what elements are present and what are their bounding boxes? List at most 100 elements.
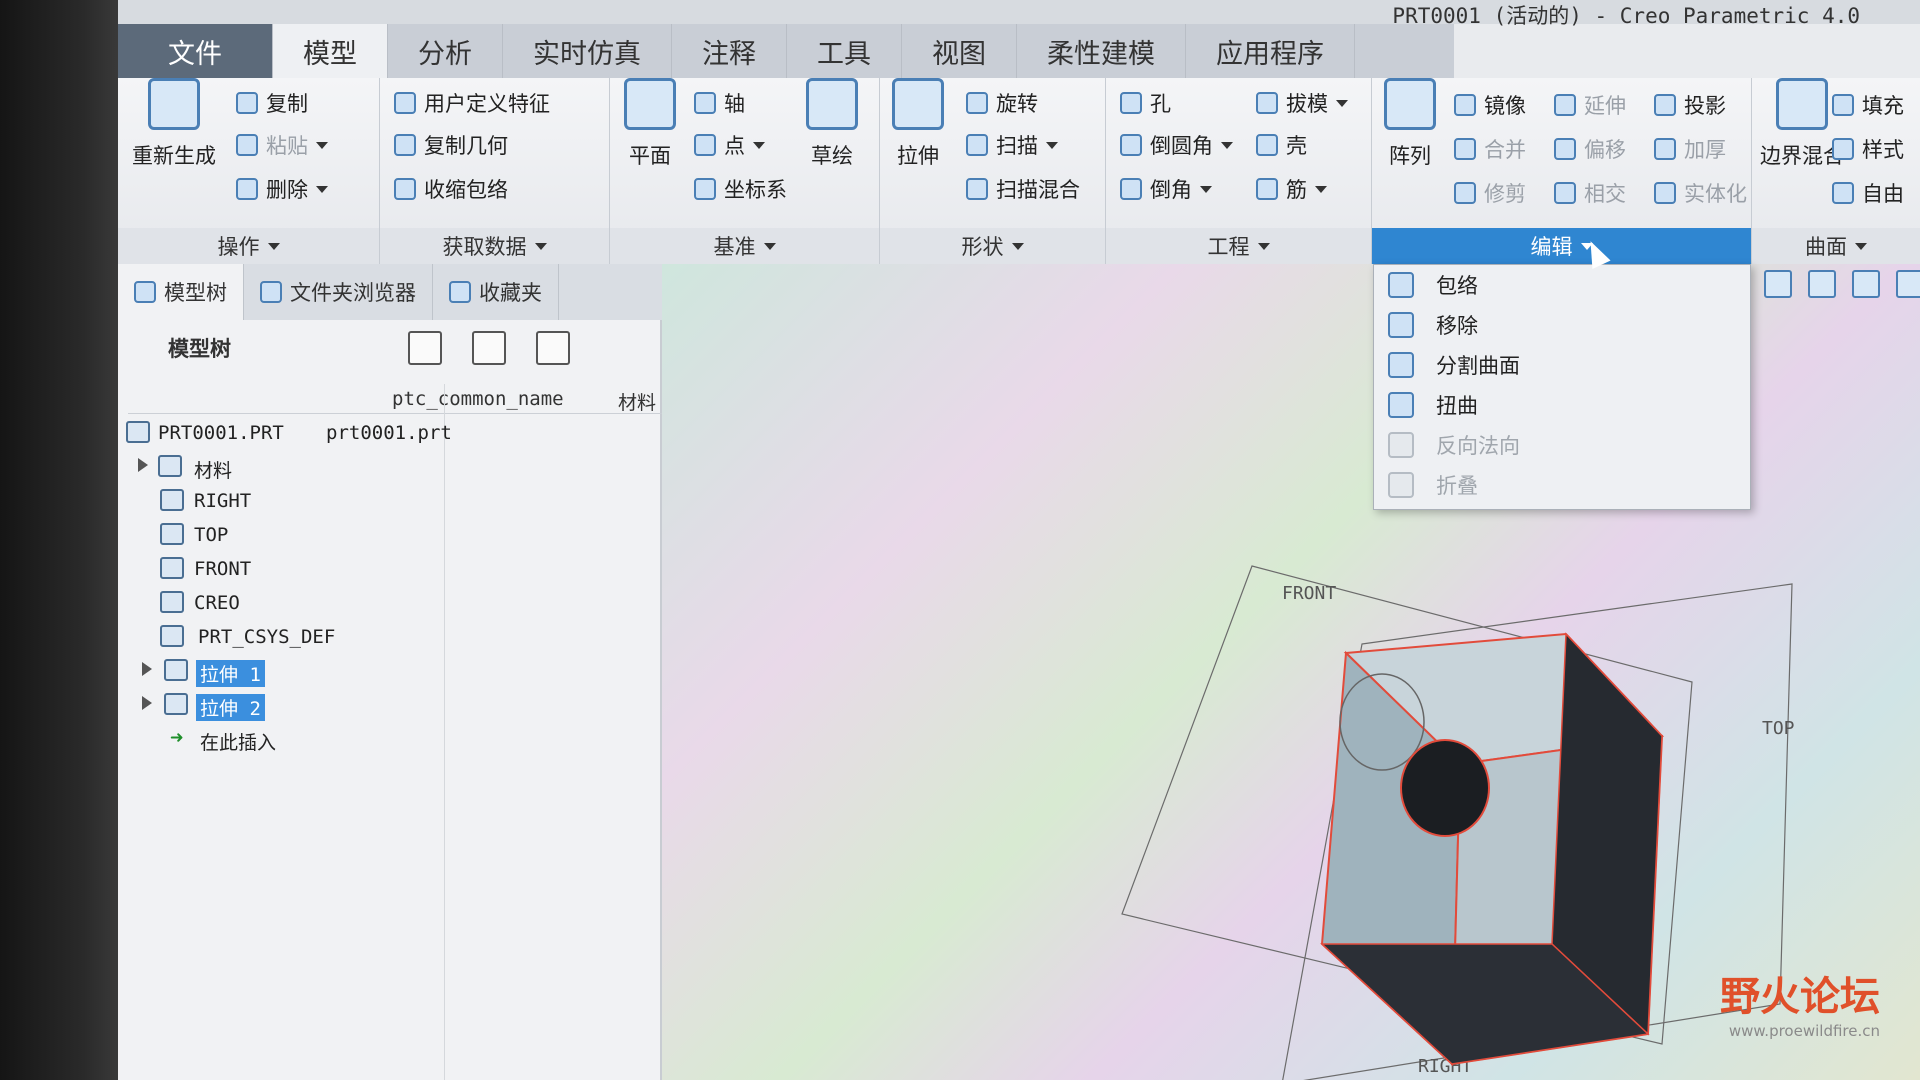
draft-button[interactable]: 拔模 [1256,88,1348,118]
tab-flexible-modeling[interactable]: 柔性建模 [1017,24,1186,78]
expand-icon[interactable] [142,696,152,710]
menu-item-wrap[interactable]: 包络 [1374,265,1750,305]
datum-display-icon[interactable] [1896,270,1920,298]
delete-button[interactable]: 删除 [236,174,328,204]
menu-item-label: 折叠 [1436,474,1478,498]
paste-button[interactable]: 粘贴 [236,130,328,160]
tab-analysis[interactable]: 分析 [388,24,503,78]
menu-item-split-surface[interactable]: 分割曲面 [1374,345,1750,385]
tab-file[interactable]: 文件 [118,24,273,78]
tree-item-datum-top[interactable]: TOP [118,518,662,552]
plane-button[interactable]: 平面 [624,78,676,170]
title-bar: PRT0001 (活动的) - Creo Parametric 4.0 [118,0,1920,28]
tab-simulation[interactable]: 实时仿真 [503,24,672,78]
group-editing: 阵列 镜像 合并 修剪 延伸 偏移 相交 投影 加厚 实体化 编辑 [1372,78,1752,264]
tree-item-creo[interactable]: CREO [118,586,662,620]
pattern-button[interactable]: 阵列 [1384,78,1436,170]
extend-button[interactable]: 延伸 [1554,90,1626,120]
trim-button[interactable]: 修剪 [1454,178,1526,208]
zoom-icon[interactable] [1808,270,1836,298]
tab-tools[interactable]: 工具 [787,24,902,78]
group-caption-surfaces[interactable]: 曲面 [1752,228,1920,264]
shell-icon [1256,134,1278,156]
regenerate-label: 重新生成 [132,144,216,168]
intersect-button[interactable]: 相交 [1554,178,1626,208]
thicken-button[interactable]: 加厚 [1654,134,1726,164]
plane-label: 平面 [629,144,671,168]
tab-model[interactable]: 模型 [273,24,388,78]
delete-dropdown-icon [316,185,328,193]
extrude-icon [164,693,188,715]
watermark-text: 野火论坛 [1720,974,1880,1020]
group-caption-editing[interactable]: 编辑 [1372,228,1751,264]
group-caption-get-data[interactable]: 获取数据 [380,228,609,264]
udf-button[interactable]: 用户定义特征 [394,88,550,118]
tree-item-extrude-1[interactable]: 拉伸 1 [118,654,662,688]
expand-icon[interactable] [138,458,148,472]
mirror-button[interactable]: 镜像 [1454,90,1526,120]
style-icon [1832,138,1854,160]
chamfer-button[interactable]: 倒角 [1120,174,1212,204]
tree-item-extrude-2[interactable]: 拉伸 2 [118,688,662,722]
tab-favorites[interactable]: 收藏夹 [433,264,559,320]
tree-item-part[interactable]: PRT0001.PRT prt0001.prt [118,416,662,450]
refit-icon[interactable] [1764,270,1792,298]
tab-applications[interactable]: 应用程序 [1186,24,1355,78]
offset-button[interactable]: 偏移 [1554,134,1626,164]
creo-window: PRT0001 (活动的) - Creo Parametric 4.0 文件 模… [118,0,1920,1080]
group-caption-operations[interactable]: 操作 [118,228,379,264]
fill-button[interactable]: 填充 [1832,90,1904,120]
column-common-name[interactable]: ptc_common_name [392,388,564,410]
swept-blend-button[interactable]: 扫描混合 [966,174,1080,204]
style-button[interactable]: 样式 [1832,134,1904,164]
sweep-button[interactable]: 扫描 [966,130,1058,160]
menu-item-warp[interactable]: 扭曲 [1374,385,1750,425]
regenerate-button[interactable]: 重新生成 [132,78,216,170]
point-button[interactable]: 点 [694,130,765,160]
cube-part[interactable] [1320,632,1665,1067]
tree-item-label: 在此插入 [200,732,277,754]
round-button[interactable]: 倒圆角 [1120,130,1233,160]
expand-icon[interactable] [142,662,152,676]
tab-view[interactable]: 视图 [902,24,1017,78]
menu-item-remove[interactable]: 移除 [1374,305,1750,345]
menu-item-flip-normal[interactable]: 反向法向 [1374,425,1750,465]
sweep-dropdown-icon [1046,141,1058,149]
tree-item-datum-right[interactable]: RIGHT [118,484,662,518]
tree-item-csys[interactable]: PRT_CSYS_DEF [118,620,662,654]
filter-icon[interactable] [536,331,570,365]
intersect-icon [1554,182,1576,204]
project-button[interactable]: 投影 [1654,90,1726,120]
group-caption-shapes[interactable]: 形状 [880,228,1105,264]
settings-icon[interactable] [408,331,442,365]
group-caption-engineering[interactable]: 工程 [1106,228,1371,264]
tree-item-material[interactable]: 材料 [118,450,662,484]
hole-button[interactable]: 孔 [1120,88,1171,118]
tree-item-datum-front[interactable]: FRONT [118,552,662,586]
csys-button[interactable]: 坐标系 [694,174,787,204]
tree-item-label: 拉伸 2 [196,694,265,721]
tab-folder-browser[interactable]: 文件夹浏览器 [244,264,433,320]
shrinkwrap-button[interactable]: 收缩包络 [394,174,508,204]
freestyle-button[interactable]: 自由 [1832,178,1904,208]
merge-button[interactable]: 合并 [1454,134,1526,164]
group-caption-datum[interactable]: 基准 [610,228,879,264]
tree-item-insert-here[interactable]: ➜ 在此插入 [118,722,662,756]
axis-button[interactable]: 轴 [694,88,745,118]
solidify-button[interactable]: 实体化 [1654,178,1747,208]
copy-geometry-button[interactable]: 复制几何 [394,130,508,160]
tab-annotate[interactable]: 注释 [672,24,787,78]
shell-button[interactable]: 壳 [1256,130,1307,160]
copy-button[interactable]: 复制 [236,88,308,118]
tab-model-tree[interactable]: 模型树 [118,264,244,320]
show-icon[interactable] [472,331,506,365]
rib-button[interactable]: 筋 [1256,174,1327,204]
column-material[interactable]: 材料 [618,388,656,415]
revolve-button[interactable]: 旋转 [966,88,1038,118]
surfaces-caption: 曲面 [1805,235,1847,259]
sketch-button[interactable]: 草绘 [806,78,858,170]
menu-item-fold[interactable]: 折叠 [1374,465,1750,505]
view-orient-icon[interactable] [1852,270,1880,298]
menu-item-label: 移除 [1436,314,1478,338]
extrude-button[interactable]: 拉伸 [892,78,944,170]
